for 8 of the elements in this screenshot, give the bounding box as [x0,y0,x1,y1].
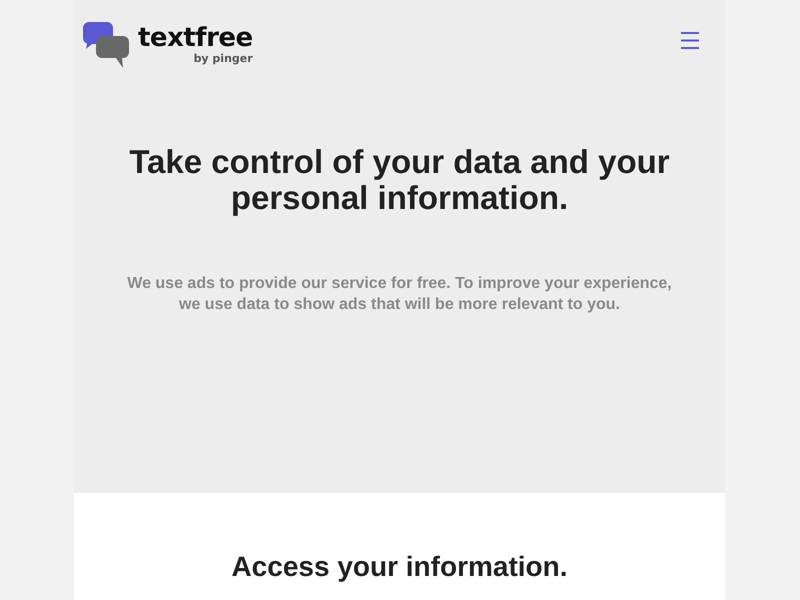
logo-wordmark: textfree [138,24,253,52]
logo-tagline: by pinger [194,52,253,65]
menu-icon[interactable] [681,32,699,49]
hero-heading: Take control of your data and your personal information. [128,144,671,216]
section-heading: Access your information. [231,550,568,584]
hero-paragraph: We use ads to provide our service for free. To improve your experience, we use data to show ads that will be more relevant to you. [126,274,673,315]
logo-link[interactable]: textfree by pinger [83,22,253,68]
chat-bubbles-icon [83,22,129,68]
